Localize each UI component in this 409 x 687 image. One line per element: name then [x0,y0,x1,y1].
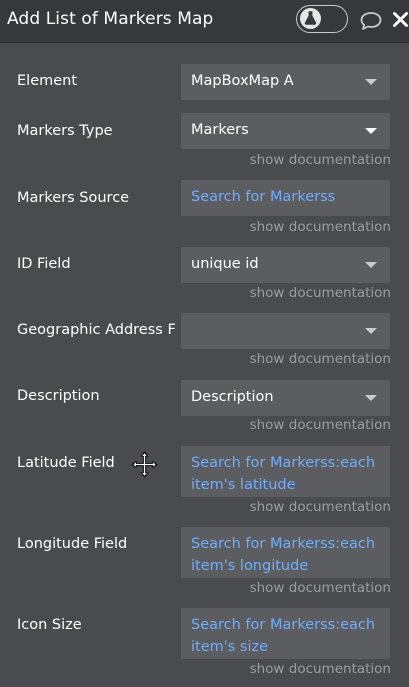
latitude-expression-line1: Search for Markerss:each [191,455,376,471]
markers-type-label: Markers Type [17,123,113,139]
latitude-expression-line2: item's latitude [191,477,296,493]
icon-size-expression-line1: Search for Markerss:each [191,617,376,633]
comment-icon[interactable] [359,11,383,31]
longitude-expression-line2: item's longitude [191,558,309,574]
show-documentation-link[interactable]: show documentation [250,499,391,515]
icon-size-expression-line2: item's size [191,639,269,655]
markers-source-label: Markers Source [17,190,130,206]
icon-size-label: Icon Size [17,617,82,633]
markers-source-input[interactable]: Search for Markerss [181,180,390,216]
test-mode-toggle[interactable] [296,5,348,33]
element-label: Element [17,73,78,89]
chevron-down-icon [365,262,377,268]
chevron-down-icon [365,328,377,334]
longitude-expression-line1: Search for Markerss:each [191,536,376,552]
show-documentation-link[interactable]: show documentation [250,152,391,168]
geographic-address-dropdown[interactable] [181,313,390,349]
panel-header: Add List of Markers Map [0,0,409,43]
element-dropdown[interactable]: MapBoxMap A [181,64,390,100]
longitude-field-input[interactable]: Search for Markerss:each item's longitud… [181,527,390,578]
element-value: MapBoxMap A [191,73,294,89]
description-value: Description [191,389,274,405]
chevron-down-icon [365,395,377,401]
id-field-value: unique id [191,256,259,272]
show-documentation-link[interactable]: show documentation [250,219,391,235]
show-documentation-link[interactable]: show documentation [250,285,391,301]
move-cursor-icon [131,451,158,478]
latitude-field-label: Latitude Field [17,455,115,471]
flask-icon [304,11,317,25]
markers-type-dropdown[interactable]: Markers [181,113,390,149]
show-documentation-link[interactable]: show documentation [250,661,391,677]
id-field-label: ID Field [17,256,71,272]
longitude-field-label: Longitude Field [17,536,128,552]
show-documentation-link[interactable]: show documentation [250,580,391,596]
description-label: Description [17,388,100,404]
close-icon[interactable] [392,11,409,28]
show-documentation-link[interactable]: show documentation [250,417,391,433]
icon-size-input[interactable]: Search for Markerss:each item's size [181,608,390,659]
chevron-down-icon [365,128,377,134]
latitude-field-input[interactable]: Search for Markerss:each item's latitude [181,446,390,497]
show-documentation-link[interactable]: show documentation [250,351,391,367]
geographic-address-label: Geographic Address F [17,322,176,338]
panel-title: Add List of Markers Map [7,9,214,29]
toggle-knob [300,8,321,29]
markers-source-expression: Search for Markerss [191,189,336,205]
chevron-down-icon [365,79,377,85]
markers-type-value: Markers [191,122,249,138]
id-field-dropdown[interactable]: unique id [181,247,390,283]
description-dropdown[interactable]: Description [181,380,390,416]
